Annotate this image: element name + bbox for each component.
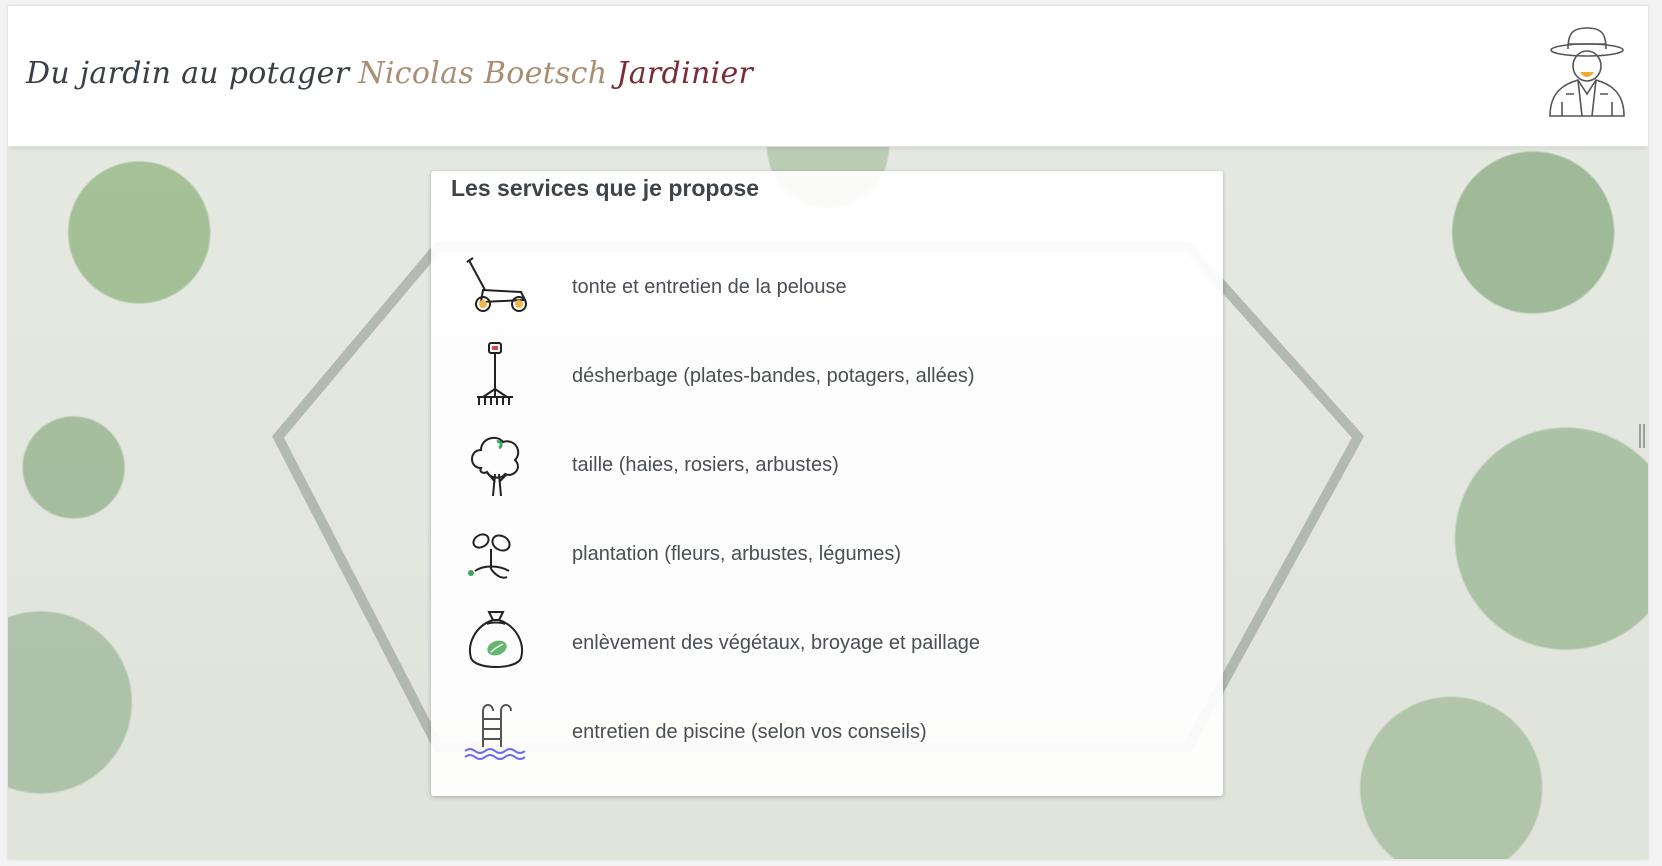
services-title: Les services que je propose (451, 175, 760, 201)
seedling-icon (468, 533, 511, 579)
service-item-planting: plantation (fleurs, arbustes, légumes) (461, 514, 1201, 594)
service-item-pruning: taille (haies, rosiers, arbustes) (461, 425, 1201, 505)
green-waste-bag-icon (469, 611, 523, 668)
services-card: Les services que je propose tonte et ent… (431, 171, 1223, 796)
site-title-name: Nicolas Boetsch (358, 56, 608, 91)
service-label: taille (haies, rosiers, arbustes) (572, 453, 839, 476)
site-header: Du jardin au potager Nicolas Boetsch Jardi… (8, 6, 1648, 147)
service-label: entretien de piscine (selon vos conseils… (572, 720, 927, 743)
lawnmower-icon (466, 257, 527, 312)
site-logo-text[interactable]: Du jardin au potager Nicolas Boetsch Jardi… (26, 56, 762, 91)
service-label: tonte et entretien de la pelouse (572, 275, 847, 298)
service-label: plantation (fleurs, arbustes, légumes) (572, 542, 902, 565)
scrollbar-grip[interactable] (1639, 424, 1645, 448)
rake-icon (477, 342, 513, 405)
service-label: enlèvement des végétaux, broyage et pail… (572, 631, 981, 654)
service-item-green-waste: enlèvement des végétaux, broyage et pail… (461, 603, 1201, 683)
gardener-avatar-icon[interactable] (1542, 22, 1632, 118)
tree-icon (471, 436, 520, 497)
service-item-lawnmowing: tonte et entretien de la pelouse (461, 247, 1201, 327)
service-item-pool: entretien de piscine (selon vos conseils… (461, 692, 1201, 772)
service-item-weeding: désherbage (plates-bandes, potagers, all… (461, 336, 1201, 416)
pool-ladder-icon (464, 704, 526, 760)
service-label: désherbage (plates-bandes, potagers, all… (572, 364, 975, 387)
page: Du jardin au potager Nicolas Boetsch Jardi… (8, 6, 1648, 859)
site-title-part-1: Du jardin au potager (26, 56, 350, 91)
site-title-job: Jardinier (616, 56, 754, 91)
